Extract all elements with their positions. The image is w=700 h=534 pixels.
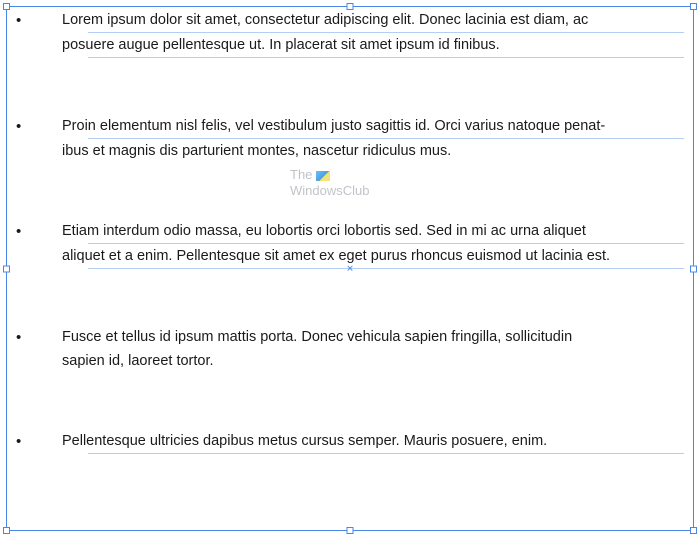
center-point-icon[interactable]: ✕	[346, 264, 355, 273]
selection-bounding-box[interactable]: ✕	[6, 6, 694, 531]
resize-handle-top-right[interactable]	[690, 3, 697, 10]
resize-handle-middle-right[interactable]	[690, 265, 697, 272]
resize-handle-top-left[interactable]	[3, 3, 10, 10]
resize-handle-bottom-middle[interactable]	[347, 527, 354, 534]
resize-handle-bottom-right[interactable]	[690, 527, 697, 534]
resize-handle-bottom-left[interactable]	[3, 527, 10, 534]
resize-handle-middle-left[interactable]	[3, 265, 10, 272]
resize-handle-top-middle[interactable]	[347, 3, 354, 10]
